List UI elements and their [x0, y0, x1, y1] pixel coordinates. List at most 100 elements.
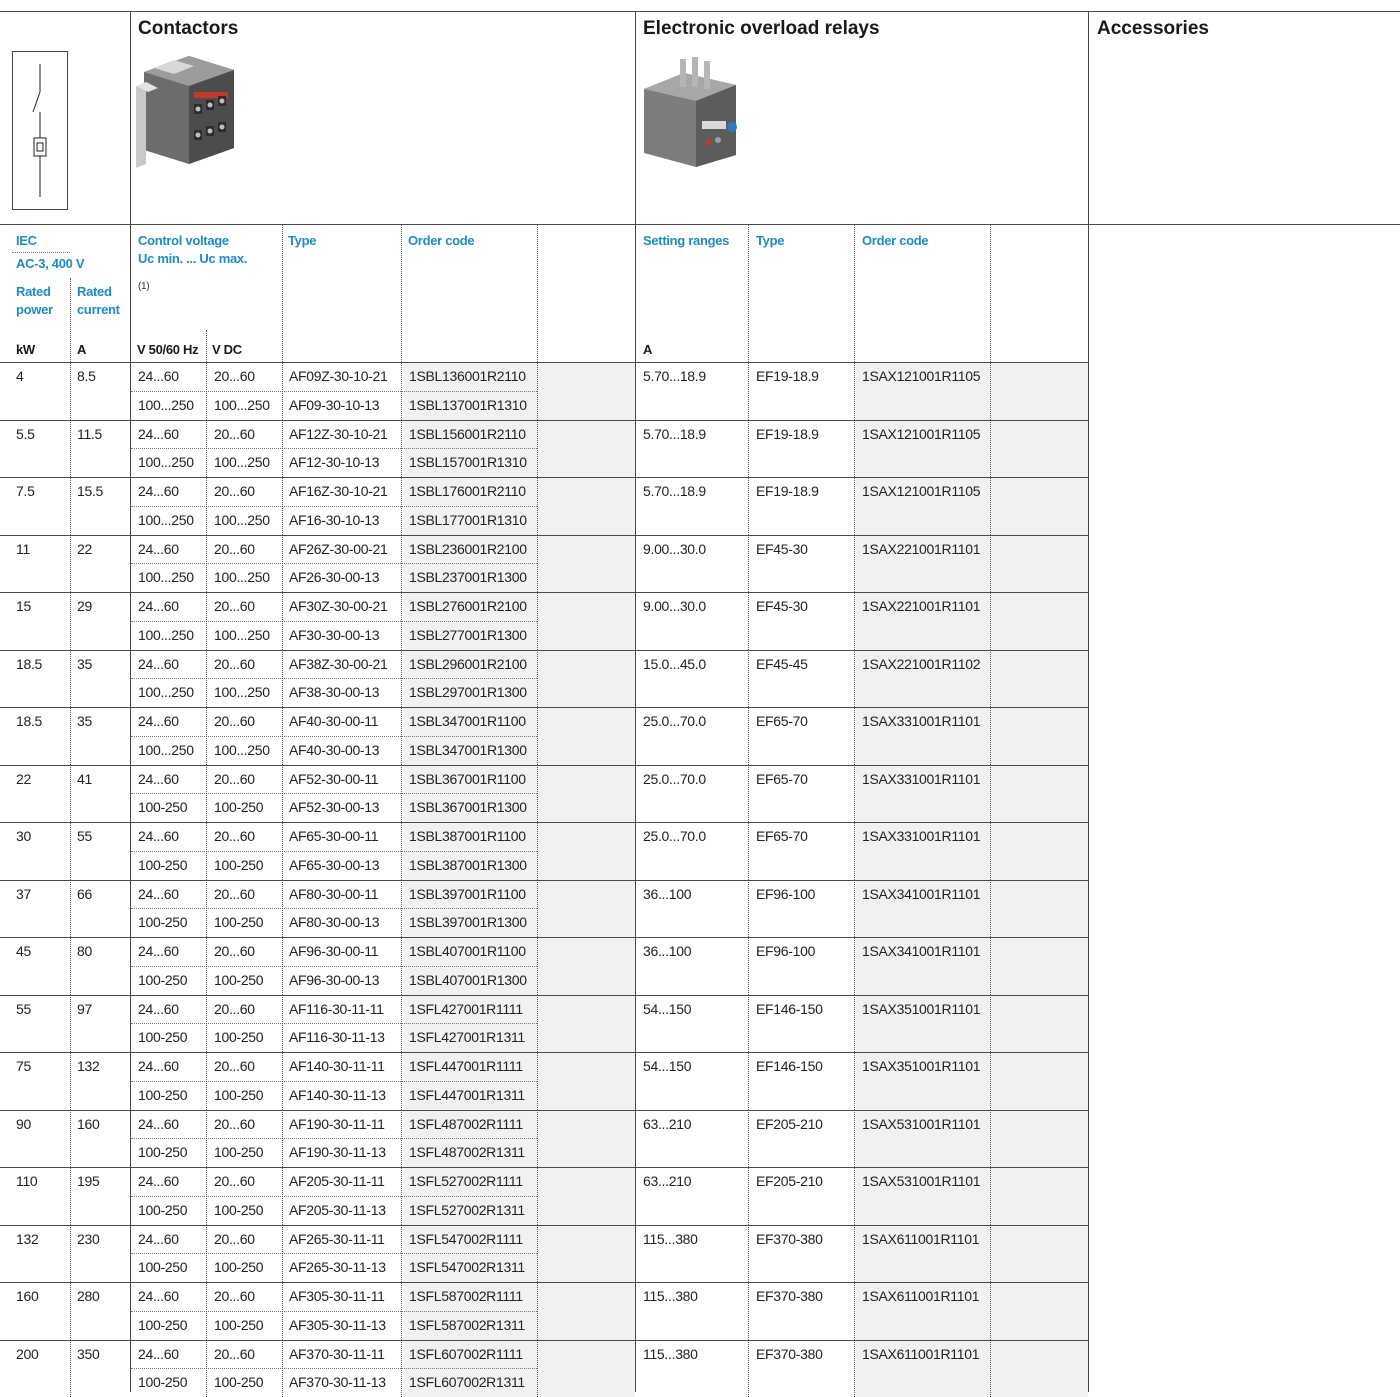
dot-rtype — [748, 765, 749, 822]
dot-type — [282, 420, 283, 477]
dot-rtype — [748, 822, 749, 880]
cell-dc2: 100-250 — [214, 1029, 264, 1045]
dot-vdc — [206, 592, 207, 650]
spare-fill — [539, 1168, 635, 1225]
dot-end — [537, 1167, 538, 1225]
dot-rcode — [854, 535, 855, 592]
dot-type — [282, 880, 283, 937]
cell-ac2: 100...250 — [138, 569, 194, 585]
cell-dc1: 20...60 — [214, 943, 255, 959]
cell-a: 66 — [77, 886, 92, 902]
cell-dc1: 20...60 — [214, 598, 255, 614]
cell-ac2: 100-250 — [138, 1087, 188, 1103]
cell-c2: 1SBL277001R1300 — [409, 627, 527, 643]
dot-rend — [990, 995, 991, 1052]
dot-rend — [990, 937, 991, 995]
cell-dc1: 20...60 — [214, 541, 255, 557]
cell-range: 5.70...18.9 — [643, 483, 706, 499]
cell-t2: AF52-30-00-13 — [289, 799, 380, 815]
cell-rtype: EF65-70 — [756, 713, 808, 729]
dot-vdc — [206, 765, 207, 822]
dot-end — [537, 1282, 538, 1340]
dot-vdc — [206, 1340, 207, 1397]
cell-ac1: 24...60 — [138, 771, 179, 787]
relay-spare-fill — [992, 363, 1088, 420]
dot-rtype — [748, 592, 749, 650]
dot-end — [537, 822, 538, 880]
cell-rtype: EF96-100 — [756, 943, 816, 959]
cell-c1: 1SBL236001R2100 — [409, 541, 527, 557]
spare-fill — [539, 1111, 635, 1167]
cell-kw: 30 — [16, 828, 31, 844]
dot-order — [401, 1052, 402, 1110]
cell-rtype: EF205-210 — [756, 1173, 823, 1189]
cell-dc1: 20...60 — [214, 713, 255, 729]
relay-spare-fill — [992, 766, 1088, 822]
cell-rcode: 1SAX221001R1101 — [862, 598, 981, 614]
cell-kw: 200 — [16, 1346, 39, 1362]
uc-range-header: Uc min. ... Uc max. — [138, 251, 248, 266]
cell-t1: AF38Z-30-00-21 — [289, 656, 388, 672]
iec-header: IEC — [16, 233, 37, 248]
cell-t2: AF305-30-11-13 — [289, 1317, 386, 1333]
cell-t2: AF265-30-11-13 — [289, 1259, 386, 1275]
dot-current — [70, 822, 71, 880]
circuit-symbol — [12, 51, 68, 210]
cell-dc1: 20...60 — [214, 1058, 255, 1074]
row-rule — [0, 535, 1088, 536]
dot-order — [401, 592, 402, 650]
cell-c1: 1SFL547002R1111 — [409, 1231, 523, 1247]
spare-fill — [539, 478, 635, 535]
cell-kw: 5.5 — [16, 426, 35, 442]
dot-rend — [990, 535, 991, 592]
dot-col-type — [282, 224, 283, 362]
cell-a: 11.5 — [77, 426, 103, 442]
cell-dc2: 100-250 — [214, 914, 264, 930]
dot-current — [70, 1225, 71, 1282]
cell-t2: AF40-30-00-13 — [289, 742, 380, 758]
cell-c1: 1SFL527002R1111 — [409, 1173, 523, 1189]
cell-t1: AF52-30-00-11 — [289, 771, 379, 787]
row-rule — [0, 1110, 1088, 1111]
cell-rtype: EF370-380 — [756, 1288, 823, 1304]
dot-order — [401, 362, 402, 420]
dot-end — [537, 995, 538, 1052]
cell-c2: 1SFL427001R1311 — [409, 1029, 525, 1045]
dot-order — [401, 765, 402, 822]
dot-type — [282, 1110, 283, 1167]
cell-ac1: 24...60 — [138, 1288, 179, 1304]
dot-rcode — [854, 1282, 855, 1340]
dot-type — [282, 592, 283, 650]
dot-rtype — [748, 420, 749, 477]
spare-fill — [539, 766, 635, 822]
contactor-image — [134, 52, 244, 182]
dot-vdc — [206, 1110, 207, 1167]
cell-a: 97 — [77, 1001, 92, 1017]
relay-spare-fill — [992, 1168, 1088, 1225]
cell-c1: 1SBL276001R2100 — [409, 598, 527, 614]
dot-col-order — [401, 224, 402, 362]
cell-ac1: 24...60 — [138, 1001, 179, 1017]
spare-fill — [539, 881, 635, 937]
cell-t2: AF38-30-00-13 — [289, 684, 380, 700]
cell-dc1: 20...60 — [214, 1116, 255, 1132]
dot-vdc — [206, 1282, 207, 1340]
cell-a: 80 — [77, 943, 92, 959]
cell-rcode: 1SAX351001R1101 — [862, 1001, 981, 1017]
dot-current — [70, 420, 71, 477]
cell-t2: AF12-30-10-13 — [289, 454, 380, 470]
cell-rtype: EF19-18.9 — [756, 426, 819, 442]
vdc-header: V DC — [212, 342, 242, 357]
cell-range: 25.0...70.0 — [643, 713, 706, 729]
sub-row-rule — [131, 1023, 537, 1024]
footnote-marker: (1) — [138, 281, 150, 292]
iec-underline — [12, 252, 70, 253]
cell-t1: AF40-30-00-11 — [289, 713, 379, 729]
dot-rcode — [854, 707, 855, 765]
cell-a: 280 — [77, 1288, 100, 1304]
dot-end — [537, 592, 538, 650]
dot-order — [401, 477, 402, 535]
cell-ac1: 24...60 — [138, 1116, 179, 1132]
dot-rtype — [748, 362, 749, 420]
cell-dc2: 100-250 — [214, 1144, 264, 1160]
